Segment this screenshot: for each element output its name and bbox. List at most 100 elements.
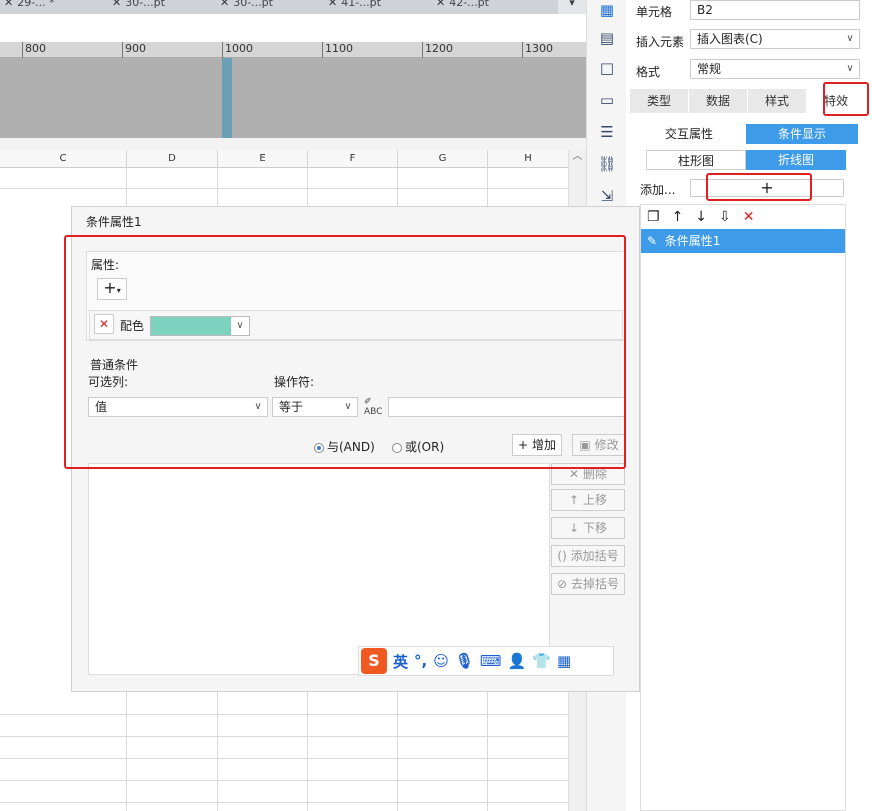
close-icon[interactable]: ✕ [328,0,337,9]
dropdown-widget-icon[interactable]: ▭ [597,90,617,110]
tab-line-chart[interactable]: 折线图 [746,150,846,170]
column-header-d[interactable]: D [126,150,217,168]
add-bracket-button[interactable]: () 添加括号 [551,545,625,567]
file-tab[interactable]: ✕ 42-...pt [436,0,489,14]
bracket-icon: () [557,549,567,563]
ruler-mark: 800 [22,42,46,58]
ruler-mark: 1200 [422,42,453,58]
highlight-box [823,82,869,116]
column-header-h[interactable]: H [487,150,568,168]
ime-logo[interactable]: S [361,648,387,674]
file-tab-label: 30-...pt [233,0,273,9]
remove-bracket-icon: ⊘ [557,577,568,591]
ruler-mark: 900 [122,42,146,58]
file-tab-label: 29-... * [17,0,55,9]
move-up-label: 上移 [582,493,607,507]
condition-list[interactable] [88,463,550,675]
file-tab-label: 41-...pt [341,0,381,9]
highlight-box [706,173,812,201]
file-tab[interactable]: ✕ 30-...pt [112,0,165,14]
add-bracket-label: 添加括号 [570,549,619,563]
grid-icon[interactable]: ▦ [597,0,617,20]
column-header-e[interactable]: E [217,150,307,168]
cell-field[interactable]: B2 [690,0,860,20]
move-down-button[interactable]: ↓ 下移 [551,517,625,539]
cell-label: 单元格 [636,5,673,19]
stack-icon[interactable]: ☰ [597,122,617,142]
cell-attribute-icon[interactable]: ▤ [597,28,617,48]
copy-icon[interactable]: ❐ [647,209,660,225]
tab-interactive[interactable]: 交互属性 [632,124,746,144]
column-guide[interactable] [222,58,232,138]
column-header: C D E F G H [0,150,568,168]
tab-style[interactable]: 样式 [748,89,807,113]
import-icon[interactable]: ⇲ [597,186,617,206]
move-up-button[interactable]: ↑ 上移 [551,489,625,511]
delete-icon[interactable]: ✕ [743,209,755,225]
splitter[interactable] [0,138,586,150]
close-icon[interactable]: ✕ [436,0,445,9]
scroll-up-icon[interactable]: ︿ [569,150,586,164]
tab-bar-chart[interactable]: 柱形图 [646,150,746,170]
insert-element-label: 插入元素 [636,35,685,49]
format-select[interactable]: 常规 ∨ [690,59,860,79]
delete-button-label: 删除 [582,467,607,481]
column-header-g[interactable]: G [397,150,487,168]
punctuation-icon[interactable]: °, [414,652,427,670]
arrow-down-icon: ↓ [569,521,580,535]
column-header-f[interactable]: F [307,150,397,168]
condition-list-panel: ❐ ↑ ↓ ⇩ ✕ ✎ 条件属性1 [640,204,846,811]
ime-toolbar: S 英 °, ☺ 🎙 ⌨ 👤 👕 ▦ [358,646,614,676]
tab-type[interactable]: 类型 [630,89,689,113]
close-icon[interactable]: ✕ [112,0,121,9]
format-value: 常规 [697,62,722,76]
format-label: 格式 [636,65,661,79]
edit-icon: ✎ [647,234,658,248]
file-tab-label: 42-...pt [449,0,489,9]
file-tab[interactable]: ✕ 30-...pt [220,0,273,14]
arrow-down-icon[interactable]: ↓ [695,209,707,225]
microphone-icon[interactable]: 🎙 [455,652,474,670]
tab-overflow-icon[interactable]: ▾ [558,0,586,14]
report-canvas[interactable] [0,58,586,138]
link-icon[interactable]: ⛓ [597,154,617,174]
close-icon[interactable]: ✕ [4,0,13,9]
list-item-label: 条件属性1 [664,234,721,248]
sort-down-icon[interactable]: ⇩ [719,209,731,225]
move-down-label: 下移 [582,521,607,535]
arrow-up-icon[interactable]: ↑ [672,209,684,225]
chevron-down-icon[interactable]: ∨ [841,30,859,48]
square-icon[interactable]: □ [597,58,617,78]
remove-bracket-button[interactable]: ⊘ 去掉括号 [551,573,625,595]
emoji-icon[interactable]: ☺ [433,652,449,670]
keyboard-icon[interactable]: ⌨ [480,652,502,670]
file-tab[interactable]: ✕ 41-...pt [328,0,381,14]
close-icon[interactable]: ✕ [220,0,229,9]
file-tab-label: 30-...pt [125,0,165,9]
arrow-up-icon: ↑ [569,493,580,507]
toolbox-icon[interactable]: ▦ [557,652,571,670]
add-label: 添加... [640,183,676,197]
user-icon[interactable]: 👤 [508,652,527,670]
ruler-mark: 1000 [222,42,253,58]
delete-icon: ✕ [569,467,580,481]
ime-mode[interactable]: 英 [393,651,408,672]
file-tab[interactable]: ✕ 29-... * [4,0,55,14]
remove-bracket-label: 去掉括号 [570,577,619,591]
column-header-c[interactable]: C [0,150,126,168]
chevron-down-icon[interactable]: ∨ [841,60,859,78]
file-tab-strip: ✕ 29-... * ✕ 30-...pt ✕ 30-...pt ✕ 41-...pt … [0,0,586,14]
property-panel: 单元格 B2 插入元素 插入图表(C) ∨ 格式 常规 ∨ 类型 数据 样式 特效 … [626,0,872,811]
insert-element-value: 插入图表(C) [697,32,763,46]
insert-element-select[interactable]: 插入图表(C) ∨ [690,29,860,49]
list-toolbar: ❐ ↑ ↓ ⇩ ✕ [641,205,845,229]
tab-condition-display[interactable]: 条件显示 [746,124,858,144]
highlight-box [64,235,626,469]
dialog-title: 条件属性1 [86,215,142,229]
horizontal-ruler: 800 900 1000 1100 1200 1300 [0,42,586,58]
list-item[interactable]: ✎ 条件属性1 [641,229,845,253]
ruler-mark: 1300 [522,42,553,58]
skin-icon[interactable]: 👕 [532,652,551,670]
ruler-mark: 1100 [322,42,353,58]
tab-data[interactable]: 数据 [689,89,748,113]
